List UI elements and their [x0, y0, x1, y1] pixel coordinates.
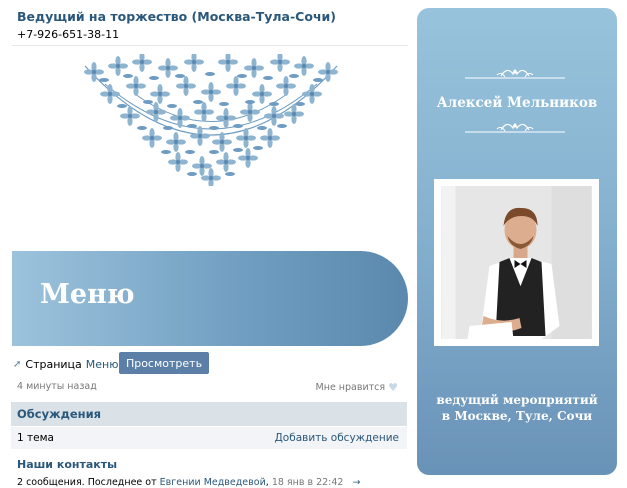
divider: [12, 45, 408, 46]
ornament-divider-bottom: [465, 123, 565, 133]
floral-ornament-image: [84, 54, 338, 186]
like-button[interactable]: Мне нравится ♥: [316, 381, 398, 394]
heart-icon: ♥: [388, 381, 398, 394]
page-link-row: ➚ Страница Меню: [13, 353, 119, 375]
person-photo-illustration: [441, 186, 592, 339]
discussions-header[interactable]: Обсуждения: [11, 402, 407, 426]
description-line-1: ведущий мероприятий: [436, 393, 598, 407]
discussions-row: 1 тема Добавить обсуждение: [11, 427, 407, 449]
like-label: Мне нравится: [315, 382, 386, 393]
group-phone: +7-926-651-38-11: [17, 28, 120, 41]
view-button[interactable]: Просмотреть: [119, 352, 209, 374]
last-author-link[interactable]: Евгении Медведевой: [160, 477, 266, 488]
group-title[interactable]: Ведущий на торжество (Москва-Тула-Сочи): [17, 9, 336, 24]
menu-banner-label: Меню: [40, 279, 135, 310]
time-ago: 4 минуты назад: [17, 381, 97, 392]
page-name-link[interactable]: Меню: [86, 358, 119, 371]
description-line-2: в Москве, Туле, Сочи: [441, 409, 593, 423]
last-post-date: 18 янв в 22:42: [271, 477, 344, 488]
person-name: Алексей Мельников: [436, 95, 598, 111]
group-content: Ведущий на торжество (Москва-Тула-Сочи) …: [10, 0, 408, 488]
topic-count: 1 тема: [17, 432, 54, 444]
add-discussion-link[interactable]: Добавить обсуждение: [275, 432, 399, 444]
topic-summary: 2 сообщения. Последнее от Евгении Медвед…: [17, 477, 361, 488]
ornament-divider-top: [465, 69, 565, 79]
menu-banner[interactable]: Меню: [12, 251, 408, 346]
go-to-post-arrow-icon[interactable]: →: [353, 477, 361, 488]
person-photo-frame: [434, 179, 599, 346]
page-prefix: Страница: [25, 357, 82, 371]
profile-card: Алексей Мельников ведущий мероприятий в …: [417, 8, 617, 475]
topic-summary-text: 2 сообщения. Последнее от: [17, 477, 157, 488]
topic-title-link[interactable]: Наши контакты: [17, 458, 117, 471]
page-arrow-icon: ➚: [13, 358, 22, 370]
person-photo: [441, 186, 592, 339]
person-description: ведущий мероприятий в Москве, Туле, Сочи: [417, 392, 617, 424]
